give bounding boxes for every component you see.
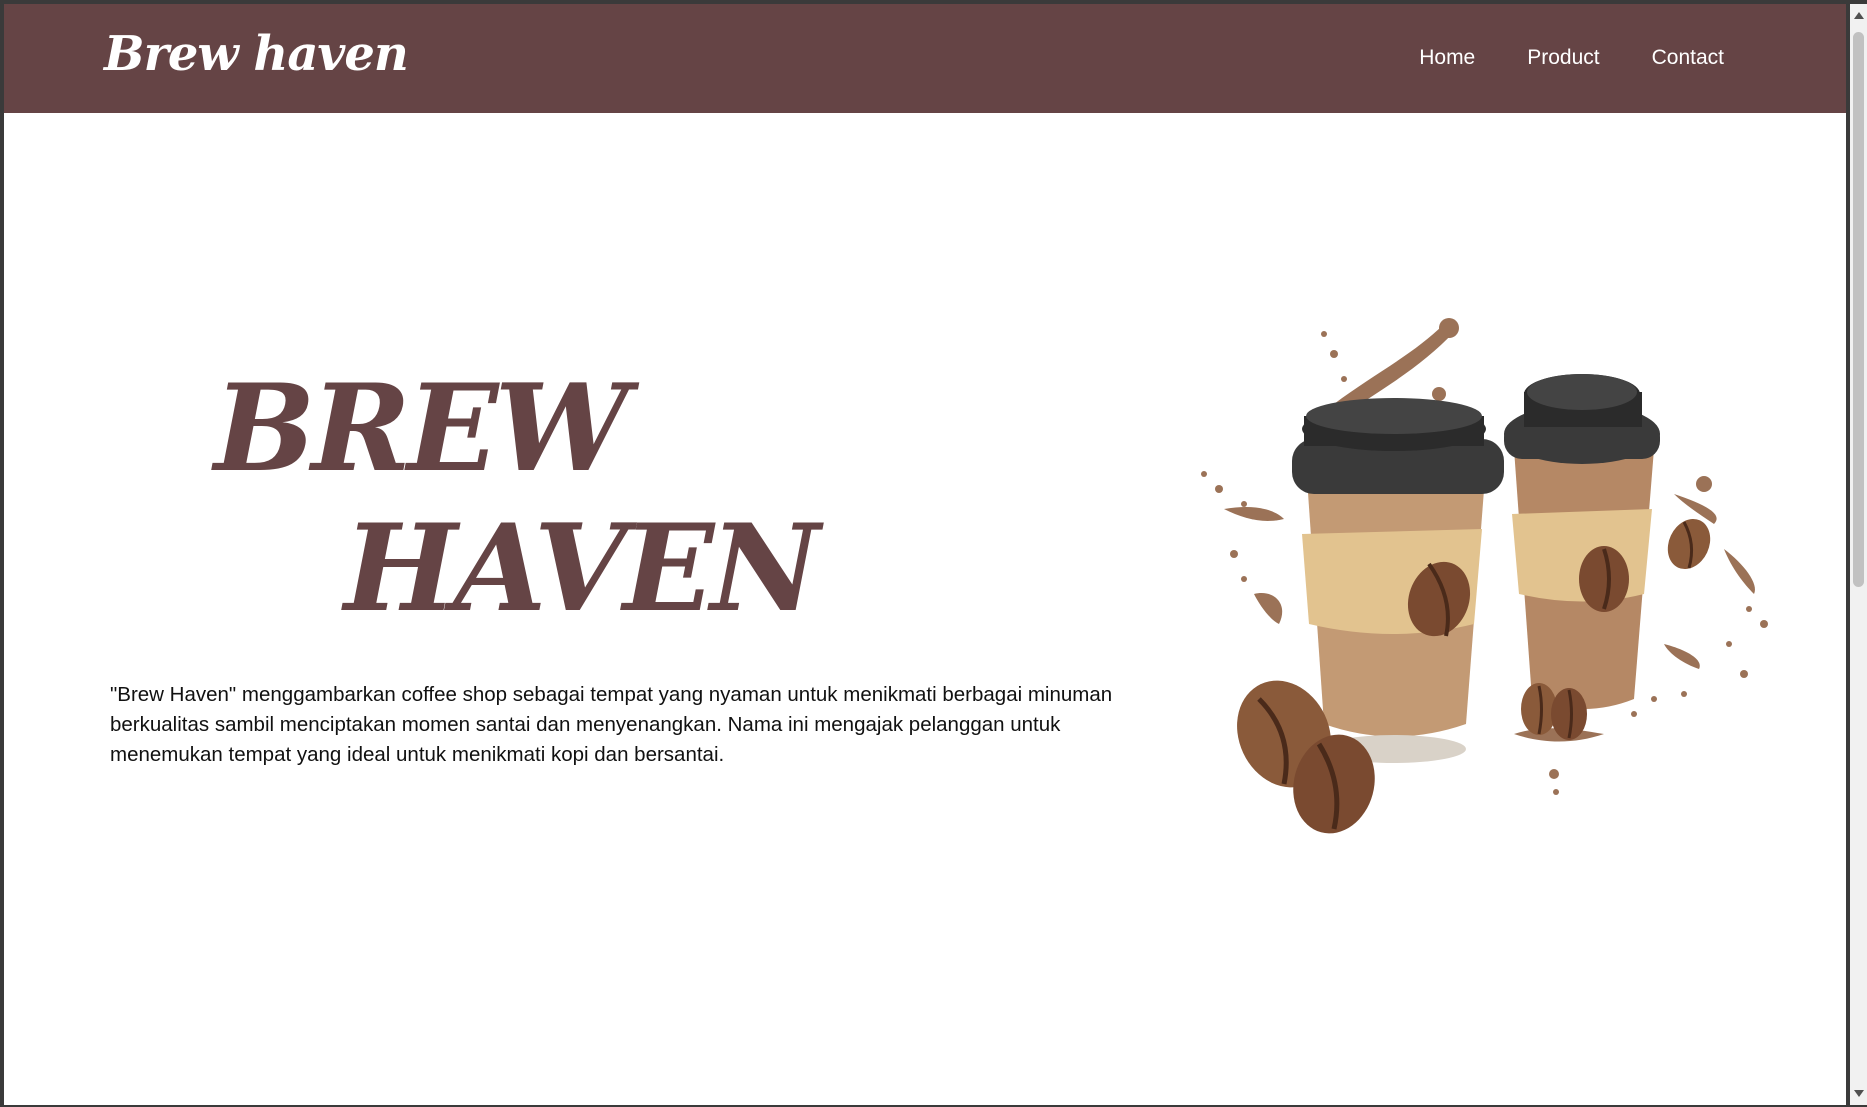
coffee-cup-back [1504, 374, 1660, 709]
coffee-cups-illustration [1201, 318, 1768, 834]
navbar: Brew haven Home Product Contact [4, 4, 1846, 113]
scroll-down-arrow-icon[interactable] [1854, 1090, 1864, 1097]
coffee-cup-front [1292, 398, 1504, 763]
hero-title-line2: HAVEN [344, 498, 820, 639]
browser-window: Brew haven Home Product Contact BREW HAV… [4, 4, 1846, 1105]
scroll-up-arrow-icon[interactable] [1854, 12, 1864, 19]
nav-link-product[interactable]: Product [1527, 46, 1599, 70]
nav-links: Home Product Contact [1419, 46, 1724, 70]
hero-title: BREW HAVEN [214, 358, 820, 639]
nav-link-contact[interactable]: Contact [1652, 46, 1724, 70]
hero-description: "Brew Haven" menggambarkan coffee shop s… [110, 683, 1113, 766]
nav-link-home[interactable]: Home [1419, 46, 1475, 70]
vertical-scrollbar[interactable] [1850, 4, 1867, 1105]
brand-logo[interactable]: Brew haven [104, 26, 409, 82]
scroll-thumb[interactable] [1853, 32, 1864, 587]
hero-title-line1: BREW [214, 358, 629, 499]
